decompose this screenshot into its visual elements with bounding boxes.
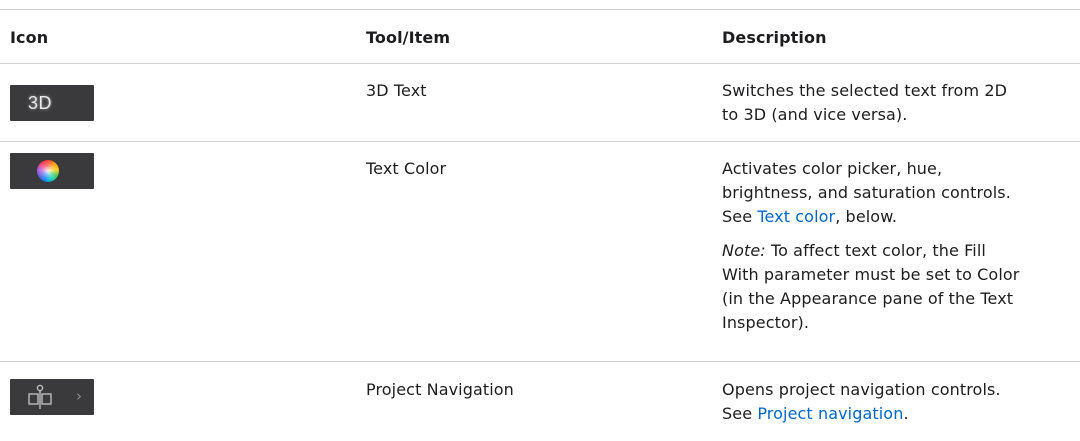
tool-name-3d-text: 3D Text	[366, 81, 427, 100]
table-top-rule	[0, 9, 1080, 10]
description-project-navigation: Opens project navigation controls. See P…	[722, 378, 1001, 426]
row-rule	[0, 361, 1080, 362]
note-line: (in the Appearance pane of the Text	[722, 289, 1014, 308]
header-icon: Icon	[10, 28, 49, 47]
tool-name-text-color: Text Color	[366, 159, 447, 178]
tool-name-project-navigation: Project Navigation	[366, 380, 514, 399]
description-line: to 3D (and vice versa).	[722, 105, 908, 124]
description-line: Switches the selected text from 2D	[722, 81, 1008, 100]
chevron-right-icon: ›	[76, 387, 82, 405]
text-color-icon-box	[10, 153, 94, 189]
description-3d-text: Switches the selected text from 2D to 3D…	[722, 79, 1007, 127]
note-line: With parameter must be set to Color	[722, 265, 1020, 284]
description-line: See Text color, below.	[722, 207, 898, 226]
project-navigation-icon-box: ›	[10, 379, 94, 415]
header-description: Description	[722, 28, 827, 47]
note-label: Note:	[722, 241, 766, 260]
project-navigation-icon	[28, 384, 52, 409]
note-line: Note: To affect text color, the Fill	[722, 241, 986, 260]
description-line: brightness, and saturation controls.	[722, 183, 1011, 202]
description-line: Opens project navigation controls.	[722, 380, 1001, 399]
project-navigation-link[interactable]: Project navigation	[757, 404, 903, 423]
description-text-color: Activates color picker, hue, brightness,…	[722, 157, 1019, 335]
header-tool-item: Tool/Item	[366, 28, 451, 47]
description-line: Activates color picker, hue,	[722, 159, 943, 178]
3d-label: 3D	[28, 93, 53, 113]
description-line: See Project navigation.	[722, 404, 909, 423]
color-wheel-icon	[37, 160, 59, 182]
text-color-link[interactable]: Text color	[757, 207, 835, 226]
note-line: Inspector).	[722, 313, 810, 332]
header-rule	[0, 63, 1080, 64]
tools-table: Icon Tool/Item Description 3D 3D Text Sw…	[0, 0, 1080, 441]
3d-text-icon: 3D	[10, 85, 94, 121]
row-rule	[0, 141, 1080, 142]
